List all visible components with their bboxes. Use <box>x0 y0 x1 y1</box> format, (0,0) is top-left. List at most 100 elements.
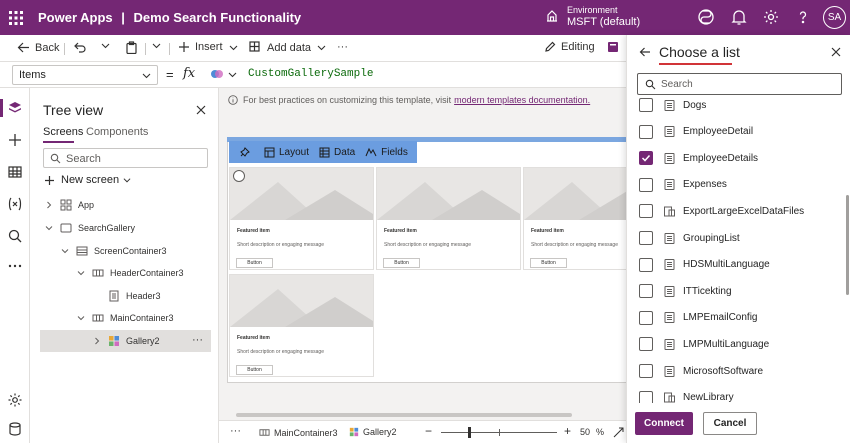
checkbox[interactable] <box>639 231 653 245</box>
variables-icon[interactable] <box>7 196 23 212</box>
connect-button[interactable]: Connect <box>635 412 693 435</box>
help-question-icon[interactable] <box>794 8 812 26</box>
user-avatar[interactable]: SA <box>823 6 846 29</box>
gallery-card[interactable]: Featured item Short description or engag… <box>523 167 626 270</box>
cancel-button[interactable]: Cancel <box>703 412 757 435</box>
list-item[interactable]: ExportLargeExcelDataFiles <box>639 201 839 221</box>
tab-screens[interactable]: Screens <box>43 126 83 138</box>
checkbox[interactable] <box>639 204 653 219</box>
copilot-icon[interactable] <box>697 8 715 26</box>
zoom-out-button[interactable]: − <box>425 424 432 438</box>
formula-input[interactable]: CustomGallerySample <box>248 68 373 80</box>
node-more-button[interactable]: ··· <box>192 334 203 346</box>
app-launcher-icon[interactable] <box>2 0 30 35</box>
zoom-in-button[interactable]: + <box>564 424 571 438</box>
list-item[interactable]: Expenses <box>639 175 839 195</box>
list-item[interactable]: Dogs <box>639 98 839 115</box>
list-item[interactable]: EmployeeDetails <box>639 148 839 168</box>
list-scrollbar[interactable] <box>846 195 849 295</box>
list-item[interactable]: GroupingList <box>639 228 839 248</box>
checkbox[interactable] <box>639 284 653 299</box>
canvas-horizontal-scrollbar[interactable] <box>236 413 572 417</box>
tree-node-searchgallery[interactable]: SearchGallery <box>44 217 135 239</box>
zoom-slider-thumb[interactable] <box>468 427 471 438</box>
checkbox[interactable] <box>639 390 653 403</box>
app-screen-preview[interactable]: Layout Data Fields Featured item Short d… <box>227 137 626 383</box>
card-button[interactable]: Button <box>236 365 273 375</box>
layout-button[interactable]: Layout <box>264 147 309 158</box>
tree-node-maincontainer3[interactable]: MainContainer3 <box>76 307 174 329</box>
editing-mode-button[interactable]: Editing <box>544 41 595 53</box>
hint-link[interactable]: modern templates documentation. <box>454 95 590 105</box>
checkbox[interactable] <box>639 364 653 378</box>
plus-icon[interactable] <box>7 132 23 148</box>
undo-button[interactable] <box>73 41 91 54</box>
layers-icon[interactable] <box>7 100 23 116</box>
data-pane-button[interactable] <box>607 41 624 53</box>
checkbox[interactable] <box>639 310 653 325</box>
settings-gear-icon[interactable] <box>7 392 23 408</box>
tree-node-headercontainer3[interactable]: HeaderContainer3 <box>76 262 184 284</box>
checkbox[interactable] <box>639 124 653 139</box>
tree-node-screencontainer3[interactable]: ScreenContainer3 <box>60 240 167 262</box>
list-item[interactable]: NewLibrary <box>639 388 839 403</box>
copilot-formula-button[interactable] <box>210 67 237 81</box>
new-screen-button[interactable]: New screen <box>44 174 131 186</box>
notifications-bell-icon[interactable] <box>730 8 748 26</box>
back-button[interactable]: Back <box>17 41 59 54</box>
search-icon[interactable] <box>7 228 23 244</box>
chevron-right-icon <box>95 337 100 345</box>
gallery-card[interactable]: Featured item Short description or engag… <box>229 167 374 270</box>
gallery-card[interactable]: Featured item Short description or engag… <box>229 274 374 377</box>
checkbox[interactable] <box>639 98 653 112</box>
list-item[interactable]: MicrosoftSoftware <box>639 361 839 381</box>
divider <box>64 43 65 55</box>
data-label: Data <box>334 146 356 158</box>
undo-dropdown[interactable] <box>101 41 115 50</box>
close-icon[interactable] <box>196 105 206 115</box>
card-button[interactable]: Button <box>530 258 567 268</box>
checkbox[interactable] <box>639 177 653 192</box>
breadcrumb-maincontainer3[interactable]: MainContainer3 <box>259 427 338 438</box>
data-button[interactable]: Data <box>319 147 355 158</box>
close-icon[interactable] <box>831 47 841 57</box>
tree-node-app[interactable]: App <box>44 194 94 216</box>
paste-dropdown[interactable] <box>152 41 166 50</box>
arrow-left-icon[interactable] <box>639 46 651 58</box>
add-data-button[interactable]: Add data <box>249 41 331 54</box>
edit-template-icon[interactable] <box>233 170 245 182</box>
more-icon[interactable] <box>7 258 23 274</box>
checkbox[interactable] <box>639 257 653 272</box>
tab-components[interactable]: Components <box>86 126 148 138</box>
database-icon[interactable] <box>7 421 23 437</box>
checkbox-checked[interactable] <box>639 151 653 166</box>
settings-gear-icon[interactable] <box>762 8 780 26</box>
checkbox[interactable] <box>639 337 653 352</box>
chevron-down-icon <box>77 271 85 276</box>
list-item[interactable]: ITTicekting <box>639 281 839 301</box>
list-search-input[interactable]: Search <box>637 73 842 95</box>
breadcrumb-gallery2[interactable]: Gallery2 <box>349 427 397 437</box>
card-button[interactable]: Button <box>383 258 420 268</box>
list-item[interactable]: HDSMultiLanguage <box>639 255 839 275</box>
status-more-button[interactable]: ··· <box>230 425 241 437</box>
list-item[interactable]: LMPMultiLanguage <box>639 334 839 354</box>
design-canvas[interactable]: For best practices on customizing this t… <box>219 88 626 420</box>
tree-search-input[interactable]: Search <box>43 148 208 168</box>
gallery-card[interactable]: Featured item Short description or engag… <box>376 167 521 270</box>
fit-to-window-icon[interactable] <box>613 427 624 438</box>
list-item[interactable]: LMPEmailConfig <box>639 308 839 328</box>
title-underline <box>659 63 732 65</box>
environment-picker[interactable]: Environment MSFT (default) <box>545 4 640 28</box>
insert-button[interactable]: Insert <box>178 41 243 53</box>
property-selector[interactable]: Items <box>12 65 158 85</box>
card-button[interactable]: Button <box>236 258 273 268</box>
tree-node-gallery2[interactable]: Gallery2 ··· <box>40 330 211 352</box>
data-grid-icon[interactable] <box>7 164 23 180</box>
more-commands-button[interactable]: ··· <box>337 41 348 53</box>
paste-button[interactable] <box>125 41 143 54</box>
pin-button[interactable] <box>239 146 254 158</box>
list-item[interactable]: EmployeeDetail <box>639 122 839 142</box>
fields-button[interactable]: Fields <box>365 147 408 158</box>
tree-node-header3[interactable]: Header3 <box>92 285 161 307</box>
